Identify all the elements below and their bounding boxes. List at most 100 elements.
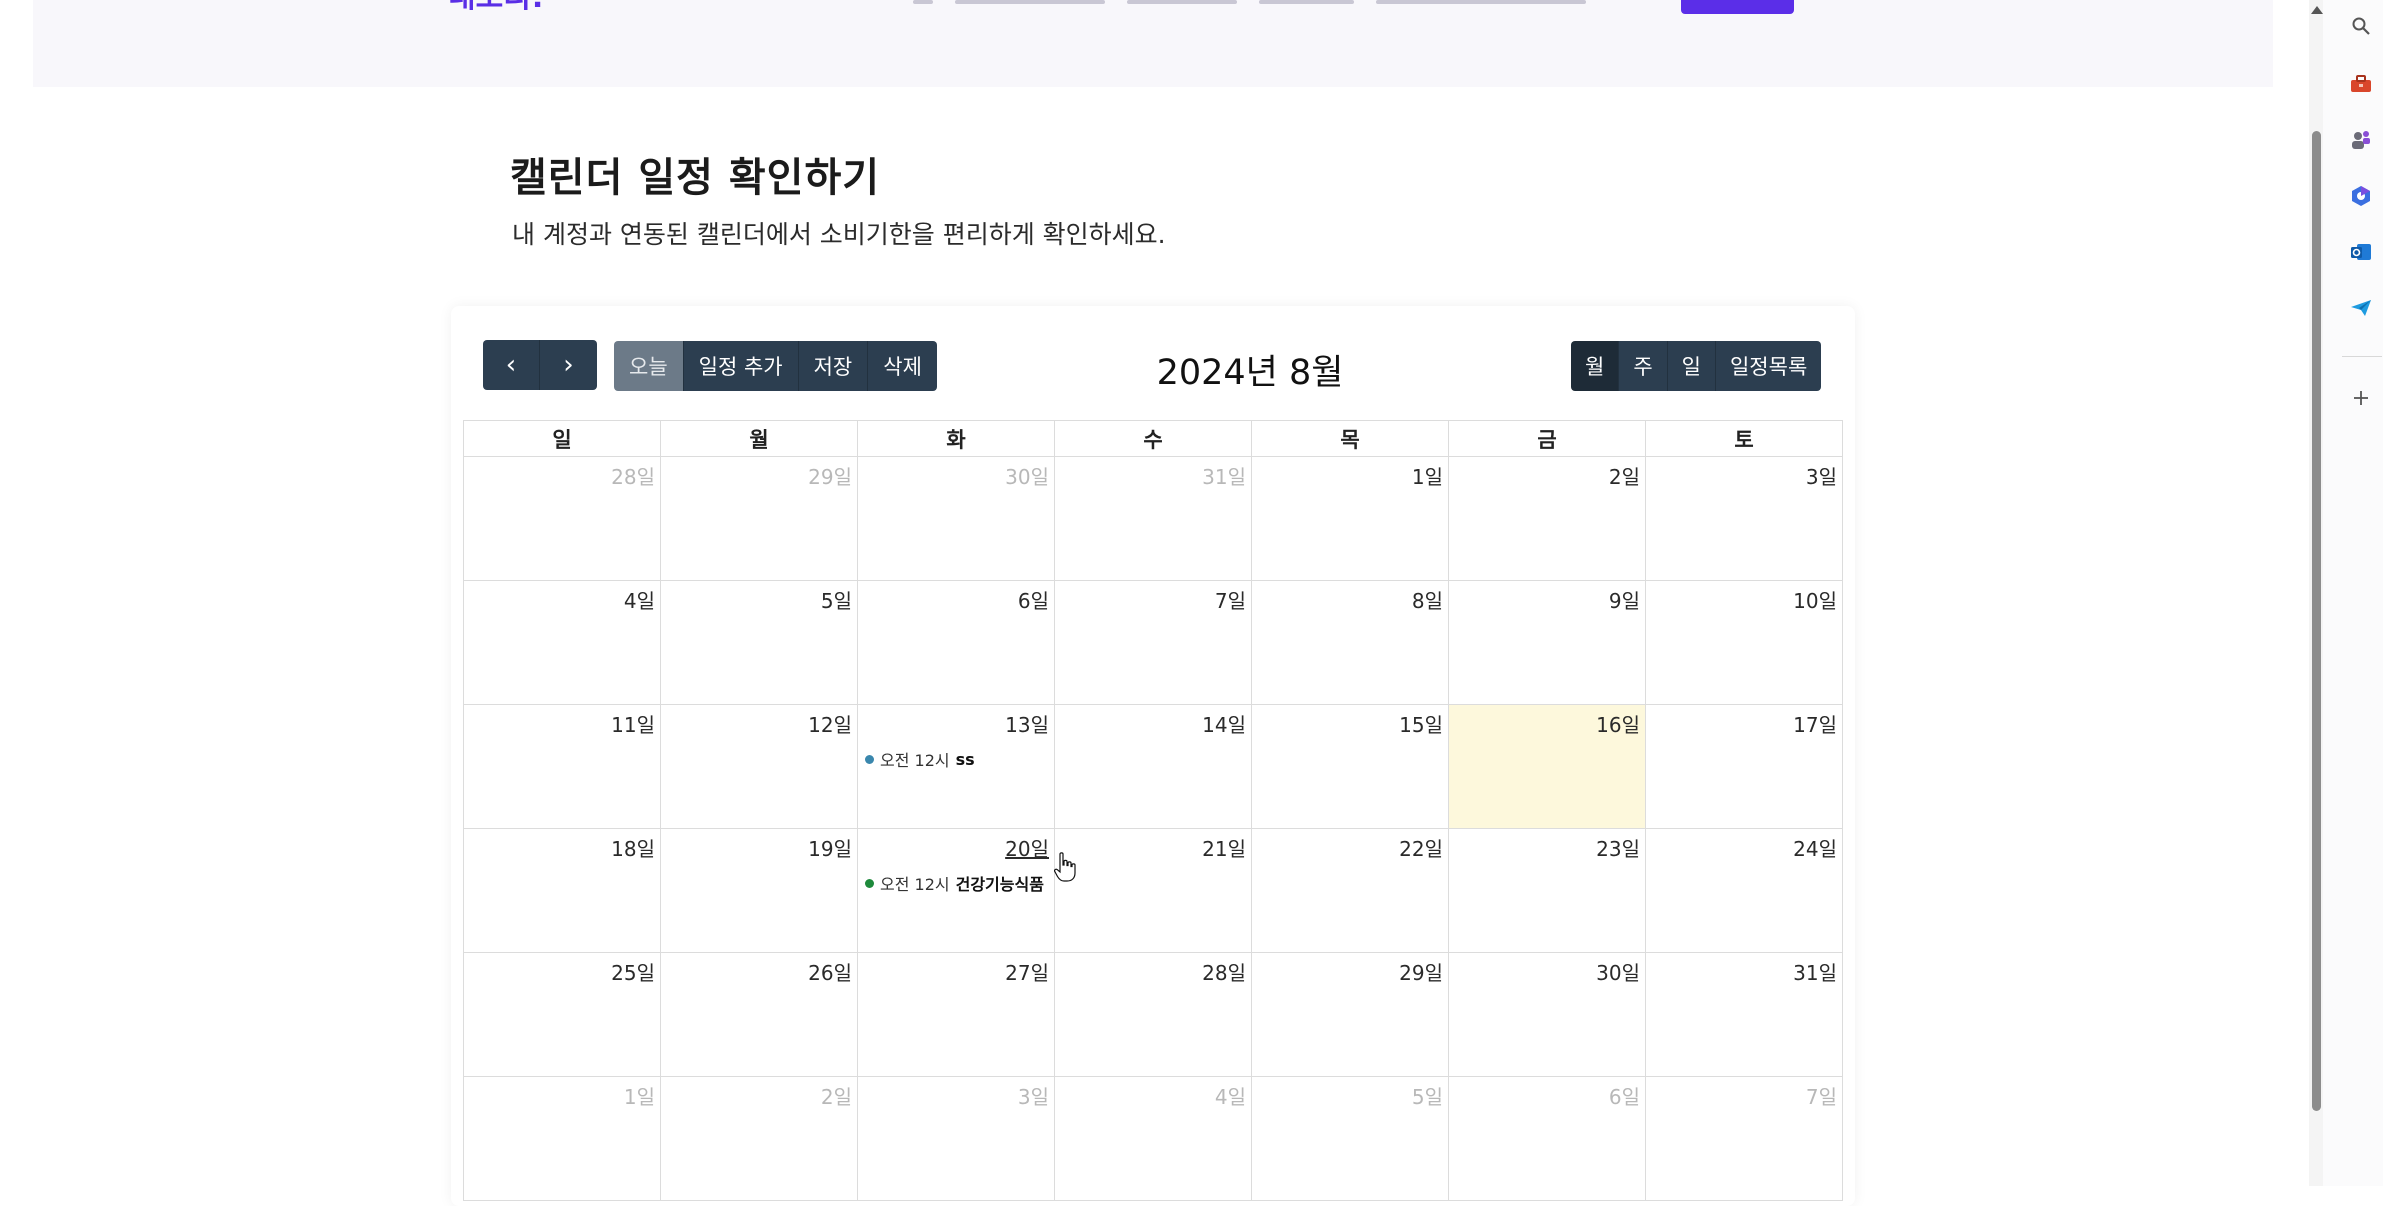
toolbox-icon[interactable] xyxy=(2349,72,2373,96)
day-number[interactable]: 19일 xyxy=(808,833,852,862)
day-cell[interactable]: 10일 xyxy=(1646,581,1843,705)
day-cell[interactable]: 27일 xyxy=(858,953,1055,1077)
scroll-up-arrow-icon[interactable] xyxy=(2311,6,2323,14)
day-cell[interactable]: 23일 xyxy=(1449,829,1646,953)
day-number[interactable]: 1일 xyxy=(1412,461,1443,490)
day-number[interactable]: 7일 xyxy=(1215,585,1246,614)
plus-icon[interactable] xyxy=(2349,386,2373,410)
day-cell[interactable]: 28일 xyxy=(1055,953,1252,1077)
calendar-event[interactable]: 오전 12시 건강기능식품 xyxy=(865,871,1052,895)
prev-month-button[interactable]: ‹ xyxy=(483,340,540,390)
day-number[interactable]: 30일 xyxy=(1596,957,1640,986)
day-number[interactable]: 2일 xyxy=(1609,461,1640,490)
day-cell[interactable]: 29일 xyxy=(1252,953,1449,1077)
day-cell[interactable]: 2일 xyxy=(661,1077,858,1201)
day-number[interactable]: 6일 xyxy=(1609,1081,1640,1110)
day-number[interactable]: 9일 xyxy=(1609,585,1640,614)
day-cell[interactable]: 7일 xyxy=(1055,581,1252,705)
send-icon[interactable] xyxy=(2349,296,2373,320)
view-month-button[interactable]: 월 xyxy=(1571,341,1620,391)
today-button[interactable]: 오늘 xyxy=(614,341,684,391)
day-cell[interactable]: 13일 오전 12시 ss xyxy=(858,705,1055,829)
delete-button[interactable]: 삭제 xyxy=(868,341,937,391)
day-number[interactable]: 3일 xyxy=(1018,1081,1049,1110)
calendar-event[interactable]: 오전 12시 ss xyxy=(865,747,1052,771)
day-cell[interactable]: 24일 xyxy=(1646,829,1843,953)
day-number[interactable]: 12일 xyxy=(808,709,852,738)
day-cell-today[interactable]: 16일 xyxy=(1449,705,1646,829)
day-number[interactable]: 4일 xyxy=(1215,1081,1246,1110)
day-number[interactable]: 25일 xyxy=(611,957,655,986)
day-number[interactable]: 10일 xyxy=(1793,585,1837,614)
day-number[interactable]: 31일 xyxy=(1202,461,1246,490)
day-number[interactable]: 14일 xyxy=(1202,709,1246,738)
add-event-button[interactable]: 일정 추가 xyxy=(683,341,799,391)
view-week-button[interactable]: 주 xyxy=(1619,341,1668,391)
day-cell[interactable]: 31일 xyxy=(1055,457,1252,581)
day-number[interactable]: 21일 xyxy=(1202,833,1246,862)
scrollbar-thumb[interactable] xyxy=(2312,131,2321,1111)
day-cell[interactable]: 22일 xyxy=(1252,829,1449,953)
outlook-icon[interactable] xyxy=(2349,240,2373,264)
day-number[interactable]: 23일 xyxy=(1596,833,1640,862)
day-number[interactable]: 29일 xyxy=(808,461,852,490)
day-number[interactable]: 11일 xyxy=(611,709,655,738)
day-cell[interactable]: 8일 xyxy=(1252,581,1449,705)
day-number[interactable]: 29일 xyxy=(1399,957,1443,986)
view-list-button[interactable]: 일정목록 xyxy=(1715,341,1822,391)
search-icon[interactable] xyxy=(2349,14,2373,38)
day-number[interactable]: 27일 xyxy=(1005,957,1049,986)
day-number[interactable]: 1일 xyxy=(624,1081,655,1110)
day-number[interactable]: 16일 xyxy=(1596,709,1640,738)
day-cell[interactable]: 19일 xyxy=(661,829,858,953)
day-cell[interactable]: 6일 xyxy=(858,581,1055,705)
next-month-button[interactable]: › xyxy=(540,340,597,390)
day-cell[interactable]: 7일 xyxy=(1646,1077,1843,1201)
day-number[interactable]: 22일 xyxy=(1399,833,1443,862)
day-cell[interactable]: 3일 xyxy=(858,1077,1055,1201)
day-cell[interactable]: 30일 xyxy=(1449,953,1646,1077)
day-cell[interactable]: 25일 xyxy=(464,953,661,1077)
day-number[interactable]: 5일 xyxy=(1412,1081,1443,1110)
day-cell[interactable]: 12일 xyxy=(661,705,858,829)
day-cell[interactable]: 1일 xyxy=(464,1077,661,1201)
day-number[interactable]: 28일 xyxy=(611,461,655,490)
day-cell[interactable]: 6일 xyxy=(1449,1077,1646,1201)
day-cell[interactable]: 1일 xyxy=(1252,457,1449,581)
day-cell[interactable]: 15일 xyxy=(1252,705,1449,829)
people-icon[interactable] xyxy=(2349,128,2373,152)
site-logo[interactable]: 내조리! xyxy=(448,0,604,12)
day-number[interactable]: 5일 xyxy=(821,585,852,614)
day-number[interactable]: 3일 xyxy=(1806,461,1837,490)
day-number[interactable]: 31일 xyxy=(1793,957,1837,986)
day-number[interactable]: 20일 xyxy=(1005,833,1049,862)
day-number[interactable]: 13일 xyxy=(1005,709,1049,738)
header-cta-button[interactable] xyxy=(1681,0,1794,14)
day-cell[interactable]: 9일 xyxy=(1449,581,1646,705)
day-number[interactable]: 7일 xyxy=(1806,1081,1837,1110)
day-cell[interactable]: 20일 오전 12시 건강기능식품 xyxy=(858,829,1055,953)
day-number[interactable]: 24일 xyxy=(1793,833,1837,862)
day-number[interactable]: 28일 xyxy=(1202,957,1246,986)
day-number[interactable]: 4일 xyxy=(624,585,655,614)
day-cell[interactable]: 5일 xyxy=(661,581,858,705)
view-day-button[interactable]: 일 xyxy=(1667,341,1716,391)
day-cell[interactable]: 21일 xyxy=(1055,829,1252,953)
day-number[interactable]: 2일 xyxy=(821,1081,852,1110)
day-cell[interactable]: 4일 xyxy=(1055,1077,1252,1201)
day-cell[interactable]: 17일 xyxy=(1646,705,1843,829)
day-number[interactable]: 30일 xyxy=(1005,461,1049,490)
day-number[interactable]: 17일 xyxy=(1793,709,1837,738)
day-number[interactable]: 6일 xyxy=(1018,585,1049,614)
day-number[interactable]: 15일 xyxy=(1399,709,1443,738)
day-cell[interactable]: 28일 xyxy=(464,457,661,581)
day-number[interactable]: 8일 xyxy=(1412,585,1443,614)
day-cell[interactable]: 29일 xyxy=(661,457,858,581)
day-cell[interactable]: 18일 xyxy=(464,829,661,953)
day-number[interactable]: 18일 xyxy=(611,833,655,862)
day-cell[interactable]: 4일 xyxy=(464,581,661,705)
day-number[interactable]: 26일 xyxy=(808,957,852,986)
day-cell[interactable]: 2일 xyxy=(1449,457,1646,581)
day-cell[interactable]: 3일 xyxy=(1646,457,1843,581)
day-cell[interactable]: 5일 xyxy=(1252,1077,1449,1201)
